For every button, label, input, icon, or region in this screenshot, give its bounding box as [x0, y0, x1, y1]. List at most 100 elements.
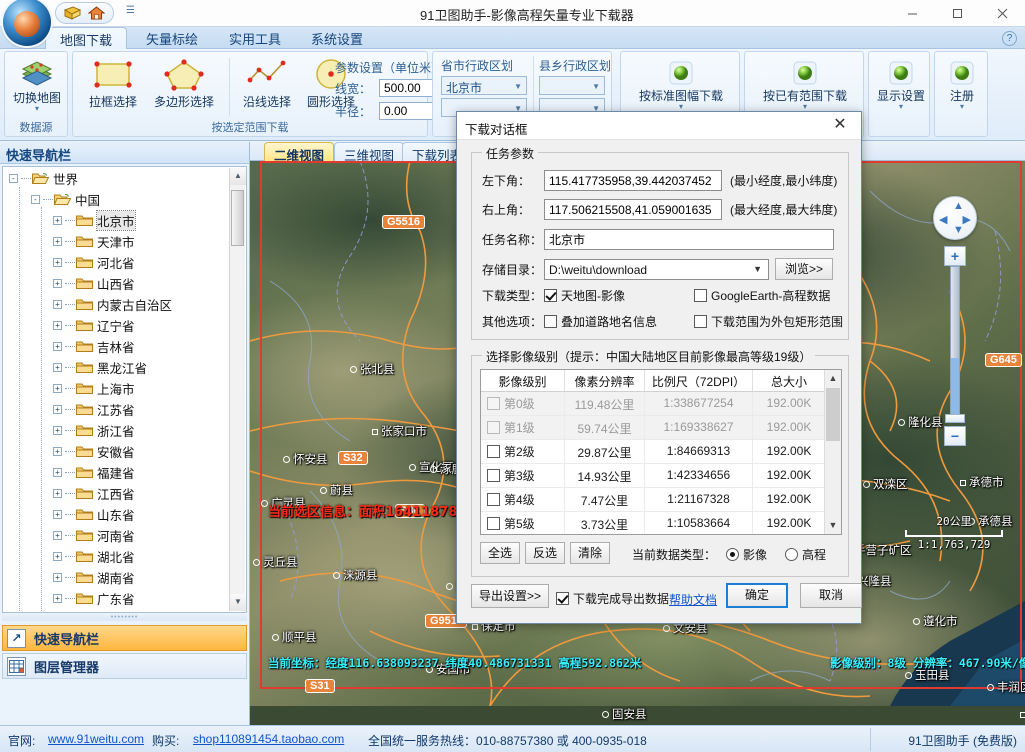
region-tree[interactable]: -世界-中国+北京市+天津市+河北省+山西省+内蒙古自治区+辽宁省+吉林省+黑龙…: [2, 166, 247, 613]
tree-item-16[interactable]: +山东省: [3, 504, 228, 525]
expand-icon[interactable]: +: [53, 300, 62, 309]
expand-icon[interactable]: +: [53, 426, 62, 435]
tree-item-1[interactable]: -中国: [3, 189, 228, 210]
save-icon[interactable]: [64, 5, 81, 21]
level-cell[interactable]: 第1级: [481, 416, 565, 439]
table-row[interactable]: 第5级3.73公里1:10583664192.00K: [481, 512, 841, 535]
level-cell[interactable]: 第5级: [481, 512, 565, 535]
tree-item-4[interactable]: +河北省: [3, 252, 228, 273]
image-level-table[interactable]: 影像级别 像素分辨率 比例尺（72DPI） 总大小 第0级119.48公里1:3…: [480, 369, 842, 535]
export-after-download-checkbox[interactable]: 下载完成导出数据: [556, 590, 669, 607]
download-by-standard-sheet-button[interactable]: 按标准图幅下载 ▾: [635, 60, 727, 110]
chevron-down-icon[interactable]: ▼: [514, 82, 522, 91]
checkbox-icon[interactable]: [556, 592, 569, 605]
clear-selection-button[interactable]: 清除: [570, 542, 610, 564]
home-icon[interactable]: [88, 5, 105, 21]
pan-right-icon[interactable]: ▶: [963, 213, 971, 226]
download-type-tianditu-image[interactable]: 天地图-影像: [544, 287, 694, 304]
checkbox-icon[interactable]: [487, 469, 500, 482]
expand-icon[interactable]: +: [53, 468, 62, 477]
tree-item-14[interactable]: +福建省: [3, 462, 228, 483]
tree-item-2[interactable]: +北京市: [3, 210, 228, 231]
tree-item-9[interactable]: +黑龙江省: [3, 357, 228, 378]
expand-icon[interactable]: +: [53, 447, 62, 456]
level-cell[interactable]: 第0级: [481, 392, 565, 415]
tree-item-6[interactable]: +内蒙古自治区: [3, 294, 228, 315]
display-settings-button[interactable]: 显示设置 ▾: [869, 60, 933, 110]
chevron-down-icon[interactable]: ▼: [592, 82, 600, 91]
checkbox-icon[interactable]: [544, 289, 557, 302]
official-site-link[interactable]: www.91weitu.com: [48, 732, 144, 746]
polyline-select-button[interactable]: 沿线选择: [235, 58, 299, 110]
table-row[interactable]: 第3级14.93公里1:42334656192.00K: [481, 464, 841, 488]
maximize-button[interactable]: [935, 0, 980, 27]
table-row[interactable]: 第4级7.47公里1:21167328192.00K: [481, 488, 841, 512]
radio-icon[interactable]: [785, 548, 798, 561]
table-row[interactable]: 第1级59.74公里1:169338627192.00K: [481, 416, 841, 440]
download-type-googleearth-dem[interactable]: GoogleEarth-高程数据: [694, 287, 830, 304]
panel-splitter[interactable]: ••••••••: [2, 614, 247, 621]
expand-icon[interactable]: +: [53, 405, 62, 414]
table-row[interactable]: 第2级29.87公里1:84669313192.00K: [481, 440, 841, 464]
export-settings-button[interactable]: 导出设置>>: [471, 584, 549, 608]
data-type-elevation-radio[interactable]: 高程: [785, 546, 826, 563]
switch-map-button[interactable]: 切换地图 ▾: [5, 58, 69, 112]
tree-item-20[interactable]: +广东省: [3, 588, 228, 609]
checkbox-icon[interactable]: [544, 315, 557, 328]
zoom-slider-handle[interactable]: [945, 414, 965, 423]
expand-icon[interactable]: +: [53, 342, 62, 351]
expand-icon[interactable]: +: [53, 384, 62, 393]
zoom-in-button[interactable]: +: [944, 246, 966, 266]
checkbox-icon[interactable]: [694, 289, 707, 302]
tab-utilities[interactable]: 实用工具: [215, 27, 295, 49]
tree-scrollbar[interactable]: ▲ ▼: [229, 168, 245, 611]
table-scrollbar[interactable]: ▲ ▼: [824, 370, 841, 534]
chevron-down-icon[interactable]: ▼: [753, 264, 762, 274]
tree-item-15[interactable]: +江西省: [3, 483, 228, 504]
checkbox-icon[interactable]: [487, 445, 500, 458]
browse-button[interactable]: 浏览>>: [775, 258, 833, 280]
table-row[interactable]: 第0级119.48公里1:338677254192.00K: [481, 392, 841, 416]
expand-icon[interactable]: +: [53, 258, 62, 267]
close-button[interactable]: [980, 0, 1025, 27]
chevron-down-icon[interactable]: ▾: [930, 104, 994, 110]
tab-3d-view[interactable]: 三维视图: [334, 142, 404, 161]
option-overlay-road-names[interactable]: 叠加道路地名信息: [544, 313, 694, 330]
pan-up-icon[interactable]: ▲: [953, 200, 964, 212]
invert-selection-button[interactable]: 反选: [525, 542, 565, 564]
option-bounding-rect-range[interactable]: 下载范围为外包矩形范围: [694, 313, 843, 330]
purchase-link[interactable]: shop110891454.taobao.com: [193, 732, 344, 746]
chevron-down-icon[interactable]: ▾: [869, 104, 933, 110]
minimize-button[interactable]: [890, 0, 935, 27]
level-cell[interactable]: 第2级: [481, 440, 565, 463]
checkbox-icon[interactable]: [487, 517, 500, 530]
data-type-image-radio[interactable]: 影像: [726, 546, 767, 563]
help-icon[interactable]: ?: [1002, 31, 1017, 46]
scroll-down-icon[interactable]: ▼: [825, 517, 841, 534]
tab-2d-view[interactable]: 二维视图: [264, 142, 334, 161]
expand-icon[interactable]: +: [53, 216, 62, 225]
app-orb-icon[interactable]: [3, 0, 51, 46]
tab-system-settings[interactable]: 系统设置: [297, 27, 377, 49]
expand-icon[interactable]: +: [53, 363, 62, 372]
checkbox-icon[interactable]: [487, 493, 500, 506]
expand-icon[interactable]: +: [53, 594, 62, 603]
checkbox-icon[interactable]: [487, 421, 500, 434]
scroll-thumb[interactable]: [826, 388, 840, 441]
dialog-close-button[interactable]: ✕: [823, 112, 857, 139]
sidebar-panel-quick-nav[interactable]: ↗ 快速导航栏: [2, 625, 247, 651]
scroll-down-icon[interactable]: ▼: [230, 594, 246, 611]
expand-icon[interactable]: +: [53, 573, 62, 582]
tree-item-8[interactable]: +吉林省: [3, 336, 228, 357]
tree-item-10[interactable]: +上海市: [3, 378, 228, 399]
scroll-up-icon[interactable]: ▲: [825, 370, 841, 387]
sidebar-panel-layer-manager[interactable]: 图层管理器: [2, 653, 247, 679]
expand-icon[interactable]: +: [53, 510, 62, 519]
zoom-out-button[interactable]: −: [944, 426, 966, 446]
chevron-down-icon[interactable]: ▾: [5, 106, 69, 112]
tree-item-7[interactable]: +辽宁省: [3, 315, 228, 336]
chevron-down-icon[interactable]: ▾: [635, 104, 727, 110]
scroll-thumb[interactable]: [231, 190, 244, 246]
tree-item-12[interactable]: +浙江省: [3, 420, 228, 441]
checkbox-icon[interactable]: [694, 315, 707, 328]
